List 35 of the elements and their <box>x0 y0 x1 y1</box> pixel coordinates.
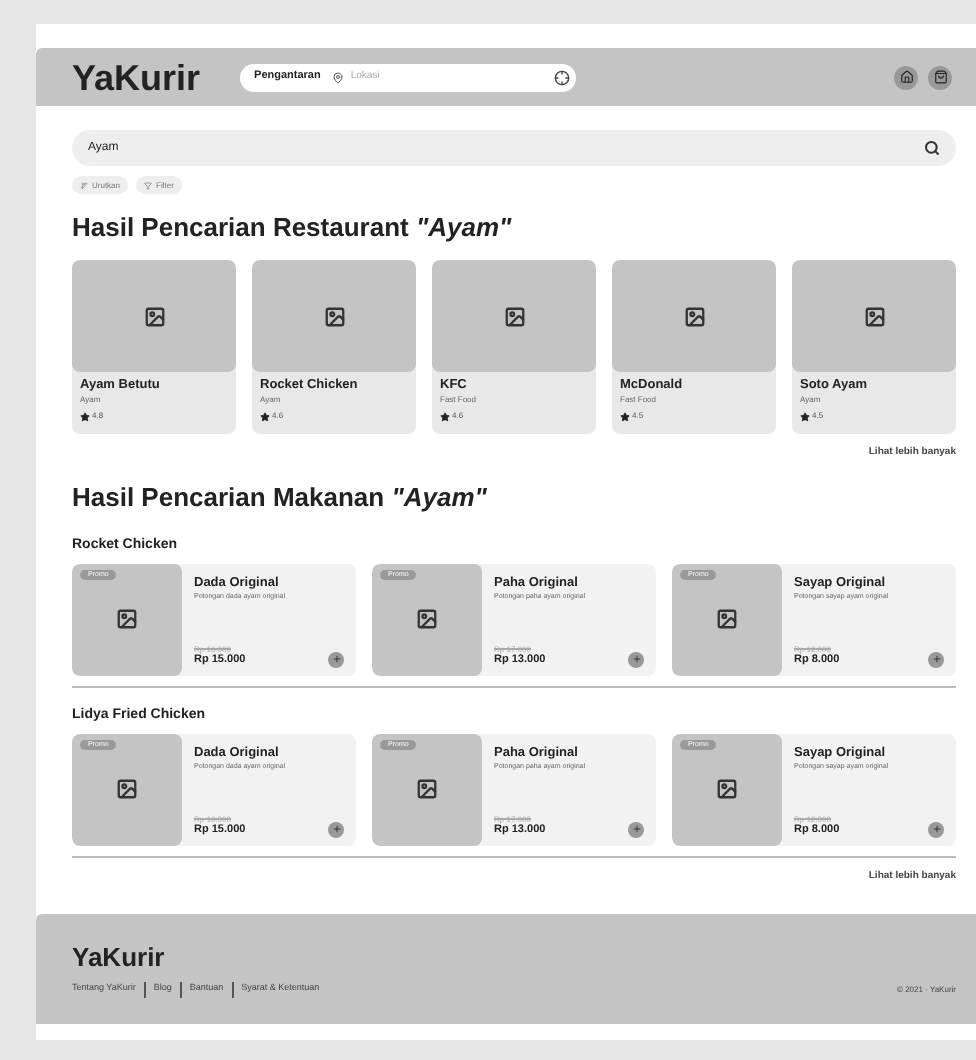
add-button[interactable] <box>328 651 344 667</box>
sort-icon <box>80 181 88 189</box>
home-icon <box>899 70 913 84</box>
image-icon <box>116 608 138 630</box>
locate-icon[interactable] <box>554 69 571 85</box>
image-icon <box>503 305 525 327</box>
image-icon <box>116 778 138 800</box>
search-icon[interactable] <box>924 140 940 156</box>
bag-icon <box>933 70 947 84</box>
star-icon <box>620 411 630 421</box>
filter-icon <box>144 181 153 189</box>
image-icon <box>716 778 738 800</box>
add-button[interactable] <box>928 821 944 837</box>
image-icon <box>716 608 738 630</box>
add-button[interactable] <box>628 821 644 837</box>
image-icon <box>416 778 438 800</box>
image-icon <box>323 305 345 327</box>
star-icon <box>800 411 810 421</box>
section-title: Hasil Pencarian Makanan "Ayam" <box>72 481 489 513</box>
image-icon <box>863 305 885 327</box>
star-icon <box>80 411 90 421</box>
section-title: Hasil Pencarian Restaurant "Ayam" <box>72 212 514 244</box>
footer-logo: YaKurir <box>72 941 167 973</box>
image-icon <box>143 305 165 327</box>
bag-button[interactable] <box>928 65 952 89</box>
pin-icon <box>332 71 345 83</box>
add-button[interactable] <box>328 821 344 837</box>
image-icon <box>416 608 438 630</box>
logo: YaKurir <box>72 59 201 95</box>
add-button[interactable] <box>928 651 944 667</box>
image-icon <box>683 305 705 327</box>
add-button[interactable] <box>628 651 644 667</box>
star-icon <box>440 411 450 421</box>
star-icon <box>260 411 270 421</box>
home-button[interactable] <box>894 65 918 89</box>
